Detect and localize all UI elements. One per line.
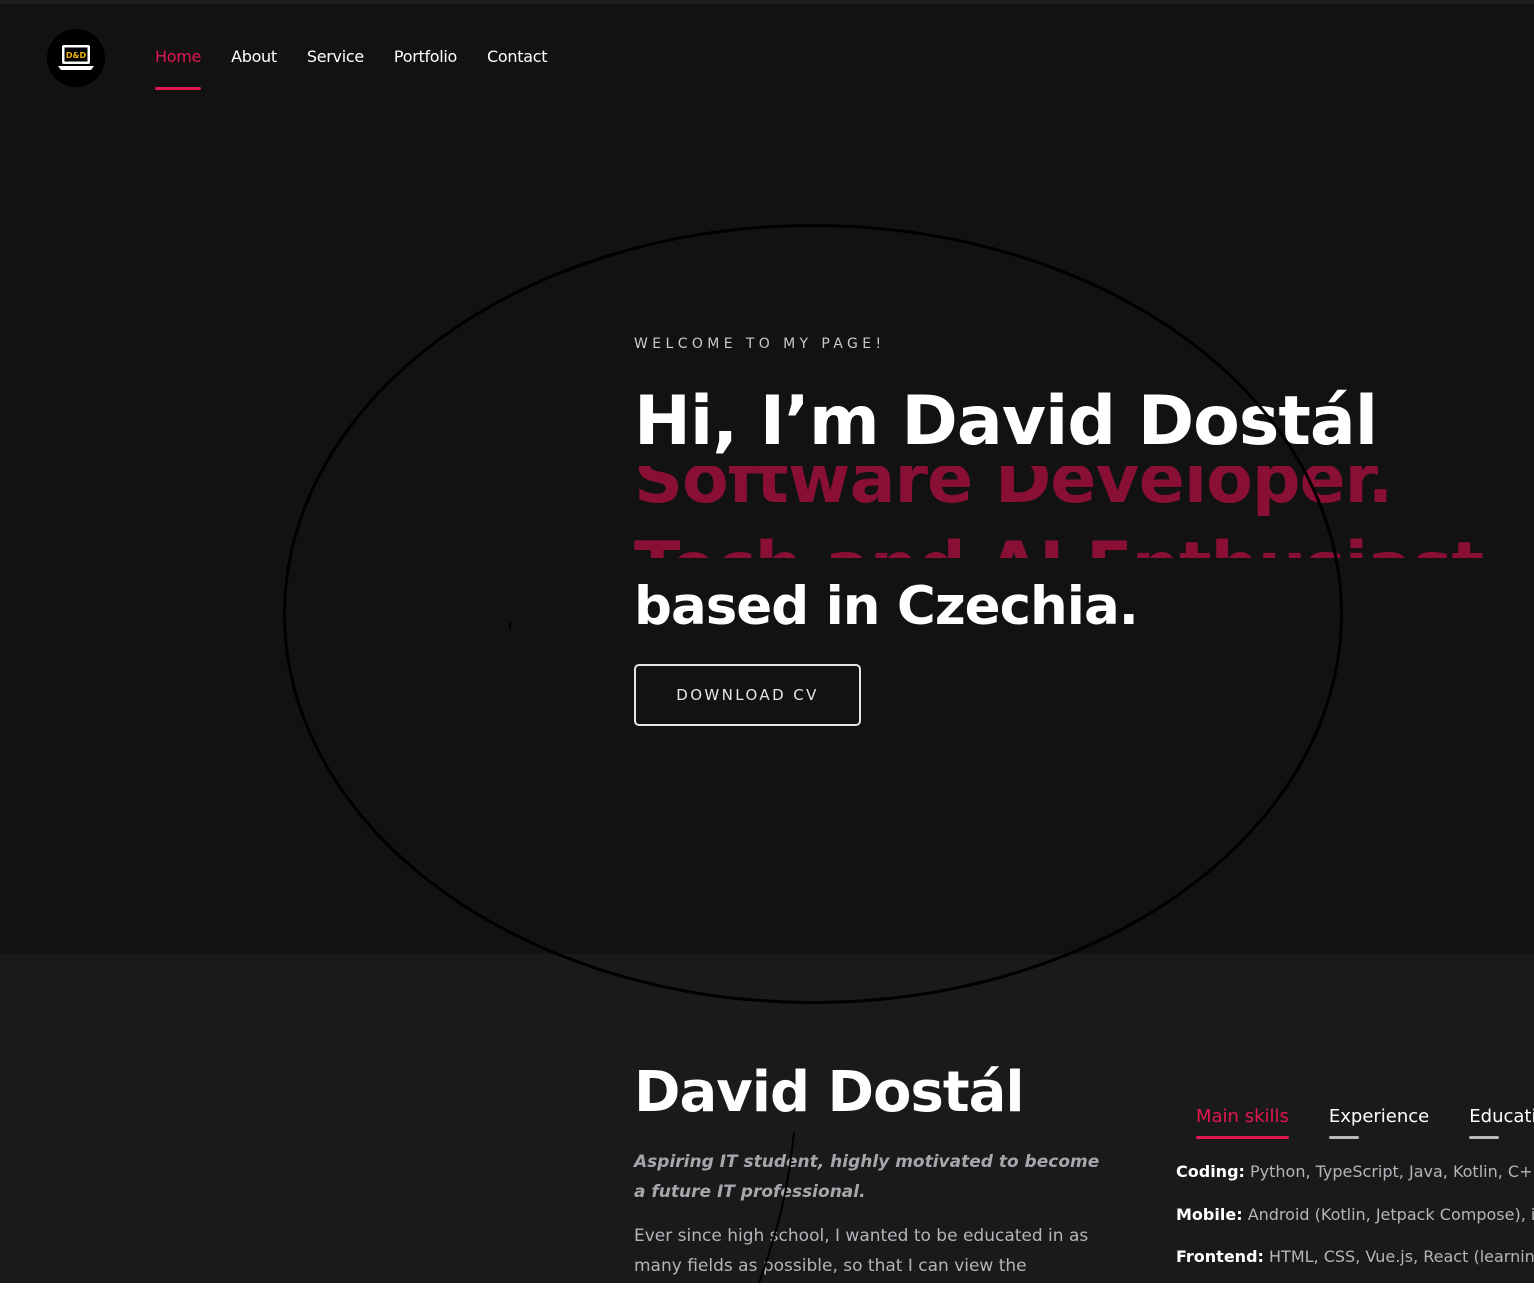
tab-education[interactable]: Education — [1469, 1106, 1534, 1139]
skills-list: Coding: Python, TypeScript, Java, Kotlin… — [1176, 1160, 1534, 1283]
about-tagline: Aspiring IT student, highly motivated to… — [634, 1152, 1100, 1202]
logo-text: D&D — [66, 51, 87, 60]
laptop-icon: D&D — [58, 45, 94, 70]
nav-home[interactable]: Home — [155, 46, 201, 90]
skill-row: Frontend: HTML, CSS, Vue.js, React (lear… — [1176, 1245, 1534, 1283]
top-border — [0, 0, 1534, 4]
nav-service[interactable]: Service — [307, 46, 364, 68]
hero-eyebrow: WELCOME TO MY PAGE! — [634, 336, 886, 352]
about-name: David Dostál — [634, 1060, 1025, 1125]
stray-mark — [509, 622, 511, 629]
rotating-word: Software Developer. — [634, 466, 1393, 519]
skill-label: Mobile: — [1176, 1204, 1243, 1224]
about-tabs: Main skills Experience Education — [1196, 1106, 1534, 1139]
nav-portfolio[interactable]: Portfolio — [394, 46, 457, 68]
skill-value: Android (Kotlin, Jetpack Compose), iOS — [1247, 1204, 1534, 1224]
site-logo[interactable]: D&D — [47, 29, 105, 87]
skill-row: Coding: Python, TypeScript, Java, Kotlin… — [1176, 1160, 1534, 1203]
page: D&D Home About Service Portfolio Contact… — [0, 0, 1534, 1283]
skill-value: HTML, CSS, Vue.js, React (learning) — [1269, 1247, 1534, 1266]
skill-label: Coding: — [1176, 1162, 1245, 1181]
skill-label: Frontend: — [1176, 1247, 1264, 1266]
rotating-words: Software Developer. Tech and AI Enthusia… — [634, 466, 1534, 558]
download-cv-button[interactable]: DOWNLOAD CV — [634, 664, 861, 726]
skill-value: Python, TypeScript, Java, Kotlin, C++, S… — [1250, 1162, 1534, 1181]
skill-row: Mobile: Android (Kotlin, Jetpack Compose… — [1176, 1203, 1534, 1246]
nav-about[interactable]: About — [231, 46, 277, 68]
nav-contact[interactable]: Contact — [487, 46, 547, 68]
rotating-word: Tech and AI Enthusiast. — [634, 528, 1509, 558]
hero-title: Hi, I’m David Dostál — [634, 382, 1378, 461]
tab-main-skills[interactable]: Main skills — [1196, 1106, 1289, 1139]
main-nav: Home About Service Portfolio Contact — [155, 46, 548, 90]
hero-subtitle: based in Czechia. — [634, 576, 1139, 637]
about-body: Ever since high school, I wanted to be e… — [634, 1226, 1089, 1276]
tab-experience[interactable]: Experience — [1328, 1106, 1429, 1139]
